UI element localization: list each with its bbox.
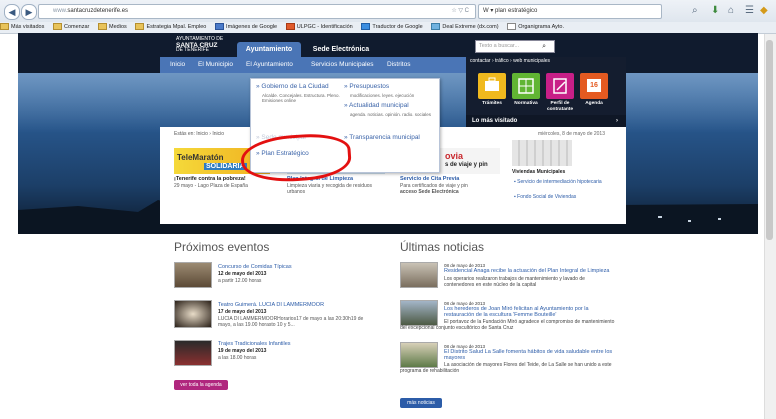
bookmark-item[interactable]: Más visitados — [0, 22, 44, 33]
pencil-icon — [285, 23, 295, 31]
browser-search-input[interactable]: W ▾ plan estratégico — [478, 4, 662, 19]
dx-icon — [431, 23, 441, 31]
news-heading: Últimas noticias — [400, 240, 485, 254]
bookmark-item[interactable]: Medios — [98, 22, 127, 33]
tile-label: Perfil de contratante — [546, 101, 574, 112]
event-thumbnail[interactable] — [174, 300, 212, 328]
folder-icon — [98, 23, 108, 31]
event-title[interactable]: Teatro Guimerá. LUCIA DI LAMMERMOOR — [218, 302, 324, 308]
nav-distritos[interactable]: Distritos — [387, 57, 410, 73]
download-icon[interactable]: ⬇ — [711, 5, 719, 16]
search-icon[interactable]: ⌕ — [542, 41, 546, 52]
tile-label: Normativa — [514, 101, 538, 106]
news-title[interactable]: Los herederos de Joan Miró felicitan al … — [444, 306, 614, 318]
current-date: miércoles, 8 de mayo de 2013 — [538, 131, 605, 137]
event-date: 19 de mayo del 2013 — [218, 348, 267, 354]
event-time: a partir 12.00 horas — [218, 278, 262, 284]
browser-toolbar: ◀ ▶ www.santacruzdetenerife.es ☆ ▽ C W ▾… — [0, 0, 776, 23]
feature-title[interactable]: Servicio de Cita Previa — [400, 176, 459, 182]
normativa-tile[interactable] — [512, 73, 540, 99]
quick-links[interactable]: contactar › tráfico › web municipales — [470, 58, 550, 64]
menu-actualidad[interactable]: » Actualidad municipal — [344, 102, 409, 109]
event-date: 12 de mayo del 2013 — [218, 271, 267, 277]
ver-agenda-button[interactable]: ver toda la agenda — [174, 380, 228, 390]
nav-servicios[interactable]: Servicios Municipales — [311, 57, 374, 73]
event-date: 17 de mayo del 2013 — [218, 309, 267, 315]
feature-text: Limpieza viaria y recogida de residuos u… — [287, 183, 373, 195]
bookmark-item[interactable]: Estrategia Mpal. Empleo — [135, 22, 206, 33]
breadcrumb[interactable]: Estás en: Inicio › Inicio — [174, 131, 224, 137]
home-icon[interactable]: ⌂ — [728, 5, 734, 16]
bookmark-item[interactable]: Deal Extreme (dx.com) — [431, 22, 499, 33]
nav-municipio[interactable]: El Municipio — [198, 57, 233, 73]
side-link[interactable]: ▪ Fondo Social de Viviendas — [514, 194, 576, 200]
event-time: a las 18.00 horas — [218, 355, 257, 361]
tile-label: Agenda — [585, 101, 603, 106]
event-thumbnail[interactable] — [174, 340, 212, 366]
back-icon[interactable]: ◀ — [4, 4, 20, 20]
bookmark-item[interactable]: Organigrama Ayto. — [507, 22, 564, 33]
menu-gobierno-desc: Alcalde. Concejales. Estructura. Pleno. … — [262, 93, 340, 103]
feature-text: 29 mayo - Lago Plaza de España — [174, 183, 248, 189]
translate-icon — [361, 23, 371, 31]
forward-icon[interactable]: ▶ — [21, 4, 37, 20]
menu-actualidad-desc: agenda. noticias. opinión. radio. social… — [350, 112, 432, 117]
google-icon — [215, 23, 225, 31]
viviendas-image[interactable] — [512, 140, 572, 166]
folder-icon — [53, 23, 62, 31]
menu-transparencia[interactable]: » Transparencia municipal — [344, 134, 420, 141]
news-body: El portavoz de la Fundación Miró agradec… — [400, 319, 615, 331]
event-title[interactable]: Trajes Tradicionales Infantiles — [218, 341, 291, 347]
tramites-tile[interactable] — [478, 73, 506, 99]
addon-icon[interactable]: ◆ — [760, 5, 768, 16]
url-bar[interactable]: www.santacruzdetenerife.es ☆ ▽ C — [38, 4, 476, 19]
news-body: La asociación de mayores Flores del Teid… — [400, 362, 612, 374]
news-thumbnail[interactable] — [400, 262, 438, 288]
mas-visitado-bar[interactable]: Lo más visitado › — [466, 115, 626, 127]
nav-ayuntamiento[interactable]: El Ayuntamiento — [246, 57, 293, 73]
bookmark-star-icon[interactable]: ☆ ▽ C — [451, 5, 469, 18]
edit-icon — [553, 78, 567, 94]
chevron-right-icon: › — [616, 118, 618, 124]
nav-inicio[interactable]: Inicio — [170, 57, 185, 73]
menu-gobierno[interactable]: » Gobierno de La Ciudad — [256, 83, 329, 90]
bookmark-item[interactable]: ULPGC - Identificación — [285, 22, 353, 33]
events-heading: Próximos eventos — [174, 240, 270, 254]
calendar-icon: 16 — [587, 79, 601, 92]
news-title[interactable]: El Distrito Salud La Salle fomenta hábit… — [444, 349, 614, 361]
feature-text: acceso Sede Electrónica — [400, 189, 459, 195]
feature-title[interactable]: Viviendas Municipales — [512, 169, 565, 175]
page-icon — [507, 23, 517, 31]
briefcase-icon — [485, 77, 499, 91]
magnifier-icon[interactable]: ⌕ — [692, 5, 698, 16]
event-thumbnail[interactable] — [174, 262, 212, 288]
event-title[interactable]: Concurso de Comidas Típicas — [218, 264, 292, 270]
menu-presupuestos[interactable]: » Presupuestos — [344, 83, 389, 90]
side-link[interactable]: ▪ Servicio de intermediación hipotecaria — [514, 179, 602, 185]
tab-sede-electronica[interactable]: Sede Electrónica — [303, 42, 379, 57]
menu-presupuestos-desc: modificaciones. leyes. ejecución — [350, 93, 415, 98]
news-title[interactable]: Residencial Anaga recibe la actuación de… — [444, 268, 620, 274]
city-logo[interactable]: AYUNTAMIENTO DE SANTA CRUZ DE TENERIFE — [176, 36, 223, 54]
folder-icon — [0, 23, 9, 31]
mas-noticias-button[interactable]: más noticias — [400, 398, 442, 408]
feature-title[interactable]: ¡Tenerife contra la pobreza! — [174, 176, 246, 182]
news-body: Los operarios realizaron trabajos de man… — [444, 276, 585, 288]
bookmark-item[interactable]: Traductor de Google — [361, 22, 423, 33]
tile-label: Trámites — [482, 101, 502, 106]
menu-icon[interactable]: ☰ — [745, 5, 754, 16]
event-time: LUCIA DI LAMMERMOORHorarios17 de mayo a … — [218, 316, 364, 328]
folder-icon — [135, 23, 145, 31]
perfil-tile[interactable] — [546, 73, 574, 99]
grid-icon — [518, 78, 534, 94]
agenda-tile[interactable]: 16 — [580, 73, 608, 99]
tab-ayuntamiento[interactable]: Ayuntamiento — [237, 42, 301, 57]
bookmark-item[interactable]: Comenzar — [53, 22, 89, 33]
site-search-input[interactable]: Texto a buscar... ⌕ — [475, 40, 555, 53]
bookmark-item[interactable]: Imágenes de Google — [215, 22, 277, 33]
scrollbar-thumb[interactable] — [766, 40, 773, 240]
